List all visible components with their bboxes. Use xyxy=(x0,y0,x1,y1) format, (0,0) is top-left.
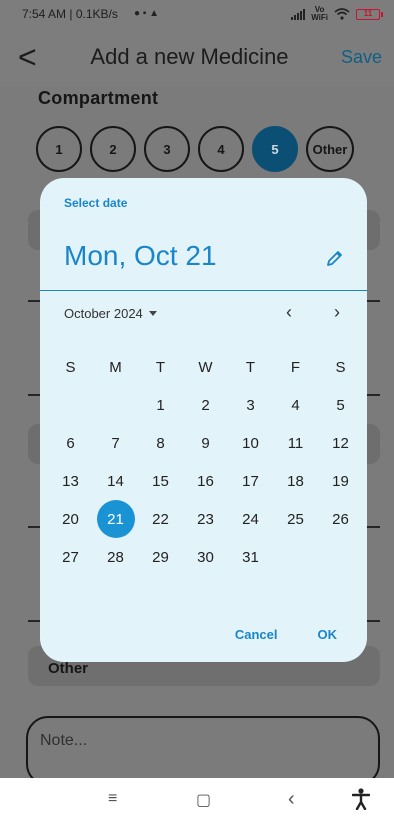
page-title: Add a new Medicine xyxy=(90,44,289,69)
compartment-selector: 1 2 3 4 5 Other xyxy=(36,126,354,172)
day-cell[interactable]: 13 xyxy=(62,473,79,490)
compartment-4-button[interactable]: 4 xyxy=(198,126,244,172)
day-cell[interactable]: 17 xyxy=(242,473,259,490)
day-cell[interactable]: 10 xyxy=(242,435,259,452)
next-month-icon[interactable]: › xyxy=(334,302,340,323)
weekday-label: F xyxy=(290,358,301,376)
empty-day-cell xyxy=(93,386,138,424)
wifi-icon xyxy=(334,8,350,20)
day-cell[interactable]: 19 xyxy=(332,473,349,490)
day-cell[interactable]: 4 xyxy=(291,397,299,414)
signal-icon xyxy=(291,8,306,20)
day-cell[interactable]: 29 xyxy=(152,549,169,566)
day-cell[interactable]: 20 xyxy=(62,511,79,528)
date-picker-dialog: Select date Mon, Oct 21 October 2024 ‹ ›… xyxy=(40,178,367,662)
day-cell[interactable]: 27 xyxy=(62,549,79,566)
compartment-2-button[interactable]: 2 xyxy=(90,126,136,172)
cancel-button[interactable]: Cancel xyxy=(235,627,278,642)
day-cell[interactable]: 14 xyxy=(107,473,124,490)
day-cell[interactable]: 8 xyxy=(156,435,164,452)
dialog-actions: Cancel OK xyxy=(235,627,337,642)
day-cell[interactable]: 7 xyxy=(111,435,119,452)
weekday-label: T xyxy=(245,358,256,376)
weekday-label: S xyxy=(335,358,346,376)
dialog-header: Select date xyxy=(64,196,128,210)
day-cell[interactable]: 24 xyxy=(242,511,259,528)
day-cell[interactable]: 23 xyxy=(197,511,214,528)
day-cell[interactable]: 15 xyxy=(152,473,169,490)
weekday-label: M xyxy=(109,358,122,376)
month-year-selector[interactable]: October 2024 xyxy=(64,306,157,321)
navigation-bar: ≡ ▢ ‹ xyxy=(0,778,394,824)
selected-day[interactable]: 21 xyxy=(96,500,135,538)
selected-date-display: Mon, Oct 21 xyxy=(64,240,217,271)
calendar-grid: S M T W T F S 1 2 3 4 5 6 7 8 9 10 11 12 13 14 15 16 17 18 19 20 21… xyxy=(48,348,363,576)
day-cell[interactable]: 12 xyxy=(332,435,349,452)
note-input[interactable]: Note... xyxy=(26,716,380,778)
day-cell[interactable]: 1 xyxy=(156,397,164,414)
day-cell[interactable]: 9 xyxy=(201,435,209,452)
day-cell[interactable]: 22 xyxy=(152,511,169,528)
nav-back-icon[interactable]: ‹ xyxy=(288,788,295,811)
status-right: Vo WiFi 11 xyxy=(291,5,383,22)
battery-icon: 11 xyxy=(356,8,383,20)
dialog-divider xyxy=(40,290,367,291)
compartment-3-button[interactable]: 3 xyxy=(144,126,190,172)
app-bar: < Add a new Medicine Save xyxy=(0,28,394,86)
day-cell[interactable]: 31 xyxy=(242,549,259,566)
day-cell[interactable]: 3 xyxy=(246,397,254,414)
status-bar: 7:54 AM | 0.1KB/s ● ▪ ▲ Vo WiFi 11 xyxy=(0,0,394,28)
compartment-other-button[interactable]: Other xyxy=(306,126,354,172)
compartment-label: Compartment xyxy=(38,88,159,108)
compartment-1-button[interactable]: 1 xyxy=(36,126,82,172)
compartment-5-button[interactable]: 5 xyxy=(252,126,298,172)
save-button[interactable]: Save xyxy=(341,47,382,68)
ok-button[interactable]: OK xyxy=(318,627,338,642)
day-cell[interactable]: 16 xyxy=(197,473,214,490)
notification-icons: ● ▪ ▲ xyxy=(134,8,160,19)
weekday-label: T xyxy=(155,358,166,376)
day-cell[interactable]: 5 xyxy=(336,397,344,414)
back-arrow-icon[interactable]: < xyxy=(18,41,48,73)
day-cell[interactable]: 30 xyxy=(197,549,214,566)
day-cell[interactable]: 6 xyxy=(66,435,74,452)
vowifi-icon: Vo WiFi xyxy=(311,5,328,22)
pencil-icon[interactable] xyxy=(325,248,345,268)
dropdown-caret-icon xyxy=(148,311,157,316)
day-cell[interactable]: 2 xyxy=(201,397,209,414)
home-icon[interactable]: ▢ xyxy=(196,790,211,810)
month-year-label: October 2024 xyxy=(64,306,143,321)
empty-day-cell xyxy=(48,386,93,424)
day-cell[interactable]: 18 xyxy=(287,473,304,490)
menu-icon[interactable]: ≡ xyxy=(108,790,117,808)
day-cell[interactable]: 11 xyxy=(288,435,304,452)
previous-month-icon[interactable]: ‹ xyxy=(286,302,292,323)
day-cell[interactable]: 25 xyxy=(287,511,304,528)
day-cell[interactable]: 28 xyxy=(107,549,124,566)
day-cell[interactable]: 26 xyxy=(332,511,349,528)
accessibility-icon[interactable] xyxy=(352,788,370,810)
weekday-label: W xyxy=(198,358,213,376)
weekday-label: S xyxy=(65,358,76,376)
